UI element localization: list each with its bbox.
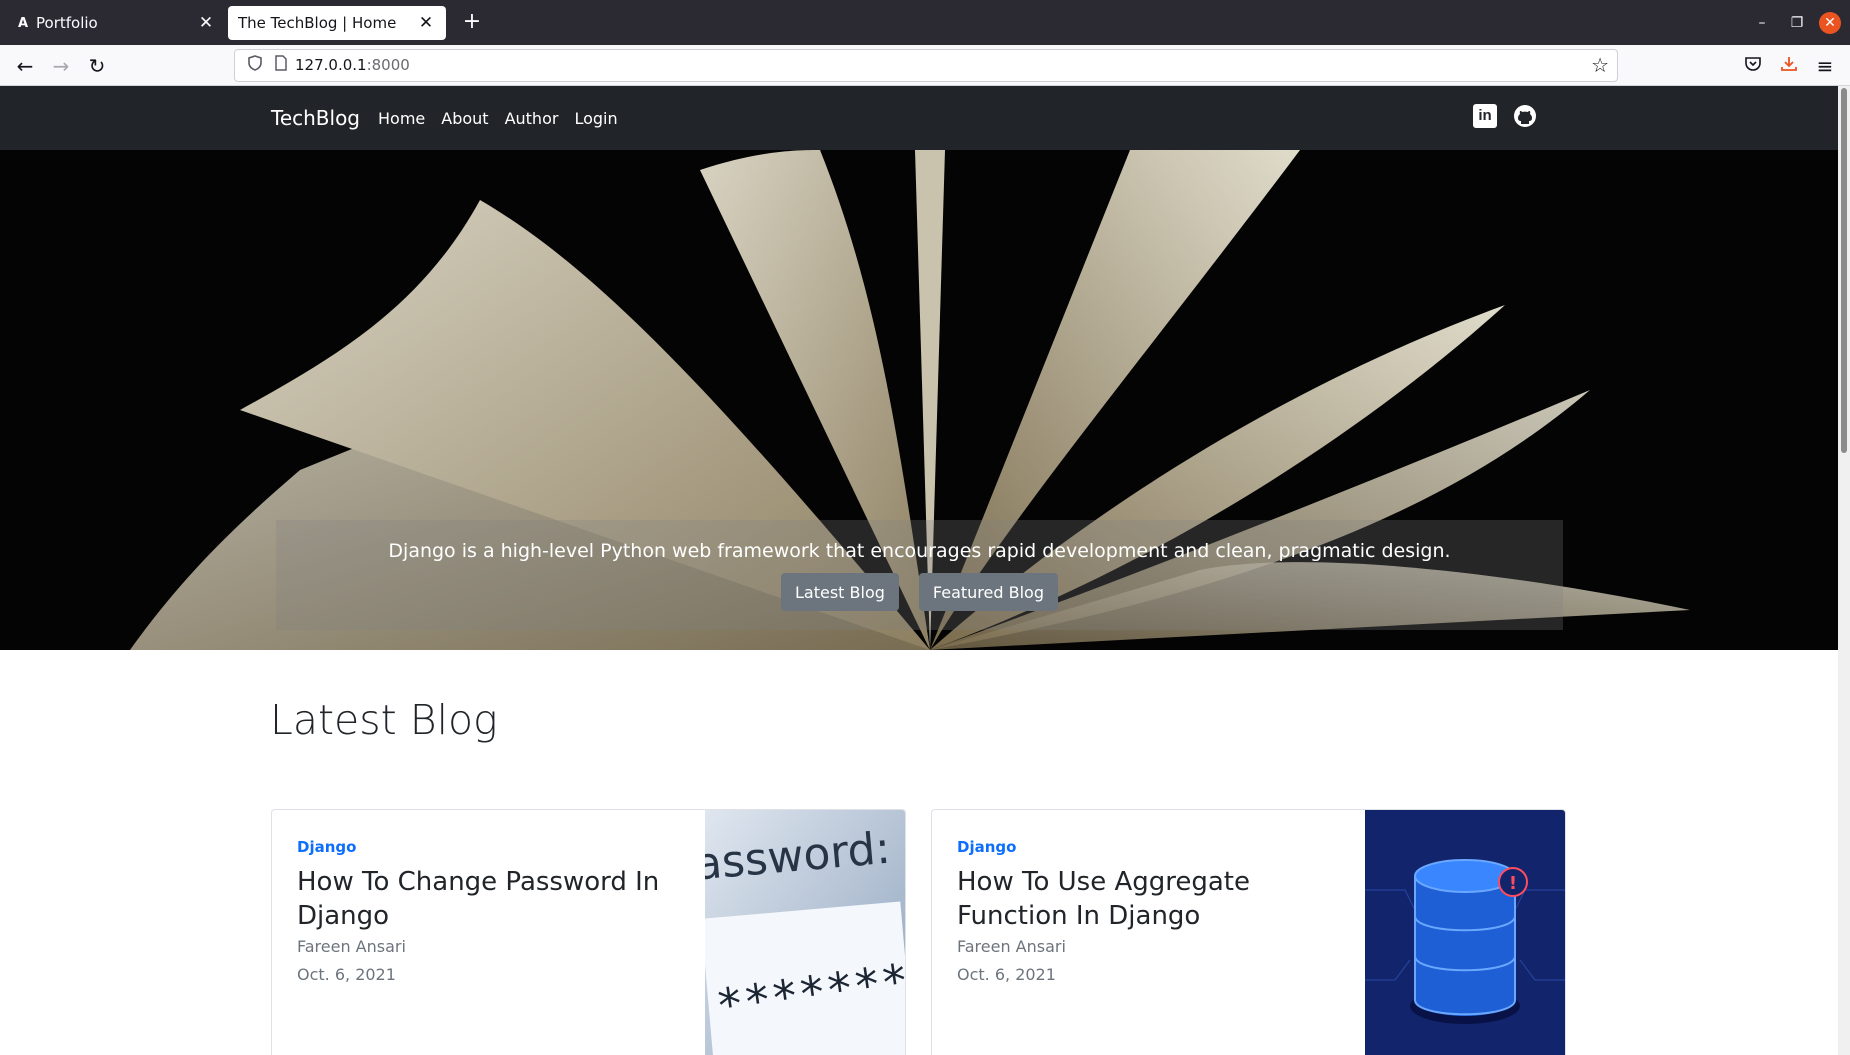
tab-label: Portfolio — [36, 14, 98, 32]
latest-blog-heading: Latest Blog — [270, 696, 498, 744]
blog-date: Oct. 6, 2021 — [957, 965, 1056, 984]
featured-blog-button[interactable]: Featured Blog — [918, 573, 1058, 611]
downloads-icon[interactable] — [1776, 53, 1802, 79]
browser-tab-bar: A Portfolio ✕ The TechBlog | Home ✕ + – … — [0, 0, 1850, 45]
page-icon — [271, 55, 291, 77]
hero-caption-text: Django is a high-level Python web framew… — [388, 540, 1451, 562]
nav-home[interactable]: Home — [378, 109, 425, 128]
new-tab-icon[interactable]: + — [458, 9, 486, 37]
linkedin-icon[interactable]: in — [1473, 104, 1497, 128]
blog-category[interactable]: Django — [957, 838, 1016, 856]
minimize-icon[interactable]: – — [1750, 11, 1774, 35]
site-menu: Home About Author Login — [378, 109, 634, 128]
pocket-icon[interactable] — [1740, 53, 1766, 79]
blog-author: Fareen Ansari — [957, 937, 1066, 956]
password-thumbnail: assword: ********* — [705, 810, 905, 1055]
svg-text:!: ! — [1509, 873, 1517, 894]
forward-icon[interactable]: → — [48, 53, 74, 79]
nav-login[interactable]: Login — [574, 109, 617, 128]
blog-author: Fareen Ansari — [297, 937, 406, 956]
database-thumbnail: ! — [1365, 810, 1565, 1055]
page-scrollbar[interactable] — [1838, 86, 1850, 1055]
latest-blog-button[interactable]: Latest Blog — [781, 573, 899, 611]
nav-author[interactable]: Author — [505, 109, 559, 128]
url-text[interactable]: 127.0.0.1:8000 — [295, 56, 410, 74]
blog-date: Oct. 6, 2021 — [297, 965, 396, 984]
blog-card[interactable]: Django How To Use Aggregate Function In … — [931, 809, 1566, 1055]
close-window-icon[interactable]: ✕ — [1819, 12, 1841, 34]
shield-icon[interactable] — [245, 55, 265, 77]
nav-about[interactable]: About — [441, 109, 488, 128]
github-icon[interactable] — [1513, 104, 1537, 128]
back-icon[interactable]: ← — [12, 53, 38, 79]
restore-icon[interactable]: ❐ — [1785, 11, 1809, 35]
site-brand[interactable]: TechBlog — [271, 106, 360, 130]
blog-title[interactable]: How To Use Aggregate Function In Django — [957, 865, 1337, 933]
blog-category[interactable]: Django — [297, 838, 356, 856]
hero-caption: Django is a high-level Python web framew… — [276, 520, 1563, 630]
hero-carousel: Django is a high-level Python web framew… — [0, 150, 1838, 650]
portfolio-favicon: A — [17, 15, 29, 31]
tab-portfolio[interactable]: A Portfolio ✕ — [4, 6, 226, 40]
scrollbar-thumb[interactable] — [1841, 88, 1847, 453]
blog-title[interactable]: How To Change Password In Django — [297, 865, 677, 933]
tab-techblog-home[interactable]: The TechBlog | Home ✕ — [228, 6, 446, 40]
tab-label: The TechBlog | Home — [238, 14, 397, 32]
browser-toolbar: ← → ↻ 127.0.0.1:8000 ☆ ≡ — [0, 45, 1850, 86]
address-bar[interactable]: 127.0.0.1:8000 ☆ — [234, 49, 1618, 82]
close-tab-icon[interactable]: ✕ — [196, 13, 216, 33]
reload-icon[interactable]: ↻ — [84, 53, 110, 79]
web-page: TechBlog Home About Author Login in Djan… — [0, 86, 1838, 1055]
site-navbar: TechBlog Home About Author Login in — [0, 86, 1838, 150]
bookmark-star-icon[interactable]: ☆ — [1591, 53, 1609, 77]
menu-icon[interactable]: ≡ — [1812, 53, 1838, 79]
close-tab-icon[interactable]: ✕ — [416, 13, 436, 33]
blog-card[interactable]: Django How To Change Password In Django … — [271, 809, 906, 1055]
hero-buttons: Latest Blog Featured Blog — [276, 573, 1563, 611]
